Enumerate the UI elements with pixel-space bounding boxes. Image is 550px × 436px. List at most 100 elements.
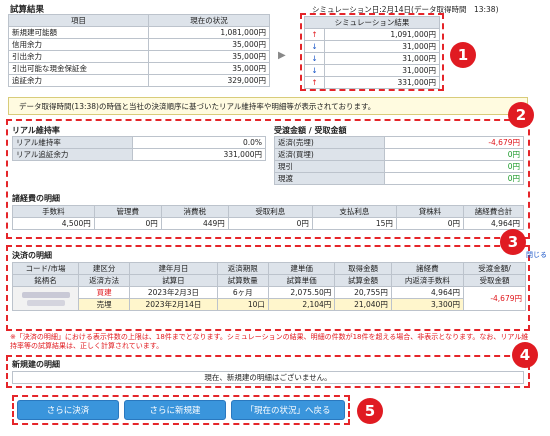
settle-h2: 受取金額 bbox=[463, 274, 526, 287]
settle-h2: 試算金額 bbox=[334, 274, 392, 287]
fee-header: 手数料 bbox=[12, 205, 95, 218]
row-label: 引出可能な現金保証金 bbox=[8, 62, 149, 75]
fee-value: 0円 bbox=[227, 217, 313, 230]
fee-value: 15円 bbox=[311, 217, 397, 230]
settle-h1: 受渡金額/ bbox=[463, 262, 526, 275]
transfer-title: 受渡金額 / 受取金額 bbox=[274, 126, 347, 135]
acquire-amount: 20,755円 bbox=[334, 286, 392, 299]
settle-h1: 返済期限 bbox=[216, 262, 269, 275]
back-to-current-button[interactable]: 「現在の状況」へ戻る bbox=[231, 400, 345, 420]
fee-header: 諸経費合計 bbox=[463, 205, 524, 218]
settle-title: 決済の明細 bbox=[12, 251, 52, 260]
settle-h2: 内返済手数料 bbox=[390, 274, 465, 287]
col-sim: シミュレーション結果 bbox=[304, 16, 440, 29]
repay-method: 売埋 bbox=[77, 298, 131, 311]
transfer-total: -4,679円 bbox=[463, 286, 526, 311]
marker-3: 3 bbox=[500, 229, 526, 255]
marker-1: 1 bbox=[450, 42, 476, 68]
settle-h1: 諸経費 bbox=[390, 262, 465, 275]
fees-title: 諸経費の明細 bbox=[12, 194, 60, 203]
repay-fee: 3,300円 bbox=[390, 298, 465, 311]
more-new-position-button[interactable]: さらに新規建 bbox=[124, 400, 226, 420]
sim-value: 331,000円 bbox=[324, 76, 440, 89]
arrow-up-icon: ↑ bbox=[304, 28, 325, 41]
repay-limit: 6ヶ月 bbox=[216, 286, 269, 299]
row-current: 35,000円 bbox=[148, 38, 270, 51]
transfer-label: 返済(売埋) bbox=[274, 136, 385, 149]
col-item: 項目 bbox=[8, 14, 149, 27]
fees-table: 手数料 管理費 消費税 受取利息 支払利息 貸株料 諸経費合計 4,500円 0… bbox=[12, 205, 524, 230]
sim-value: 31,000円 bbox=[324, 64, 440, 77]
close-link[interactable]: 閉じる bbox=[526, 250, 547, 260]
real-label: リアル追証余力 bbox=[12, 148, 133, 161]
row-current: 1,081,000円 bbox=[148, 26, 270, 39]
newpos-message: 現在、新規建の明細はございません。 bbox=[12, 371, 524, 384]
play-arrow-icon: ▶ bbox=[278, 50, 286, 61]
fee-header: 受取利息 bbox=[227, 205, 313, 218]
arrow-down-icon: ↓ bbox=[304, 40, 325, 53]
fee-header: 貸株料 bbox=[395, 205, 465, 218]
fee-value: 0円 bbox=[93, 217, 162, 230]
simulation-table: シミュレーション結果 ↑ 1,091,000円 ↓ 31,000円 ↓ 31,000円… bbox=[304, 16, 440, 89]
transfer-label: 現引 bbox=[274, 160, 385, 173]
row-current: 329,000円 bbox=[148, 74, 270, 87]
real-value: 0.0% bbox=[132, 136, 266, 149]
settle-h2: 試算単価 bbox=[267, 274, 336, 287]
sim-price: 2,104円 bbox=[267, 298, 336, 311]
transfer-label: 返済(買埋) bbox=[274, 148, 385, 161]
fee-value: 449円 bbox=[160, 217, 229, 230]
settle-h1: 建年月日 bbox=[129, 262, 218, 275]
row-label: 追証余力 bbox=[8, 74, 149, 87]
sim-value: 1,091,000円 bbox=[324, 28, 440, 41]
sim-value: 31,000円 bbox=[324, 40, 440, 53]
fee-value: 4,500円 bbox=[12, 217, 95, 230]
transfer-label: 現渡 bbox=[274, 172, 385, 185]
settle-h1: 建区分 bbox=[77, 262, 131, 275]
notice-banner: データ取得時間(13:38)の時価と当社の決済順序に基づいたリアル維持率や明細等… bbox=[8, 97, 528, 115]
fee-value: 0円 bbox=[395, 217, 465, 230]
position-type: 買建 bbox=[77, 286, 131, 299]
settle-h2: 返済方法 bbox=[77, 274, 131, 287]
newpos-title: 新規建の明細 bbox=[12, 360, 60, 369]
transfer-value: -4,679円 bbox=[384, 136, 524, 149]
arrow-down-icon: ↓ bbox=[304, 52, 325, 65]
settle-h1: 建単価 bbox=[267, 262, 336, 275]
marker-5: 5 bbox=[357, 398, 383, 424]
row-label: 新規建可能額 bbox=[8, 26, 149, 39]
arrow-down-icon: ↓ bbox=[304, 64, 325, 77]
row-label: 信用余力 bbox=[8, 38, 149, 51]
expenses: 4,964円 bbox=[390, 286, 465, 299]
transfer-value: 0円 bbox=[384, 148, 524, 161]
real-title: リアル維持率 bbox=[12, 126, 60, 135]
col-current: 現在の状況 bbox=[148, 14, 270, 27]
real-value: 331,000円 bbox=[132, 148, 266, 161]
transfer-value: 0円 bbox=[384, 160, 524, 173]
position-price: 2,075.50円 bbox=[267, 286, 336, 299]
settle-h2: 銘柄名 bbox=[12, 274, 79, 287]
sim-amount: 21,040円 bbox=[334, 298, 392, 311]
settle-h2: 試算数量 bbox=[216, 274, 269, 287]
stock-name-blurred bbox=[12, 286, 79, 311]
fee-header: 支払利息 bbox=[311, 205, 397, 218]
marker-4: 4 bbox=[512, 342, 538, 368]
warning-text: ※「決済の明細」における表示件数の上限は、18件までとなります。シミュレーション… bbox=[10, 333, 529, 350]
settle-h1: 取得金額 bbox=[334, 262, 392, 275]
row-current: 35,000円 bbox=[148, 62, 270, 75]
real-label: リアル維持率 bbox=[12, 136, 133, 149]
settle-h2: 試算日 bbox=[129, 274, 218, 287]
position-date: 2023年2月3日 bbox=[129, 286, 218, 299]
fee-header: 管理費 bbox=[93, 205, 162, 218]
real-table: リアル維持率 0.0% リアル追証余力 331,000円 bbox=[12, 136, 266, 161]
row-label: 引出余力 bbox=[8, 50, 149, 63]
settle-table: コード/市場 建区分 建年月日 返済期限 建単価 取得金額 諸経費 受渡金額/ … bbox=[12, 262, 526, 311]
transfer-value: 0円 bbox=[384, 172, 524, 185]
sim-quantity: 10口 bbox=[216, 298, 269, 311]
settle-h1: コード/市場 bbox=[12, 262, 79, 275]
transfer-table: 返済(売埋) -4,679円 返済(買埋) 0円 現引 0円 現渡 0円 bbox=[274, 136, 524, 185]
more-settle-button[interactable]: さらに決済 bbox=[17, 400, 119, 420]
sim-date: 2023年2月14日 bbox=[129, 298, 218, 311]
row-current: 35,000円 bbox=[148, 50, 270, 63]
fee-header: 消費税 bbox=[160, 205, 229, 218]
arrow-up-icon: ↑ bbox=[304, 76, 325, 89]
sim-value: 31,000円 bbox=[324, 52, 440, 65]
